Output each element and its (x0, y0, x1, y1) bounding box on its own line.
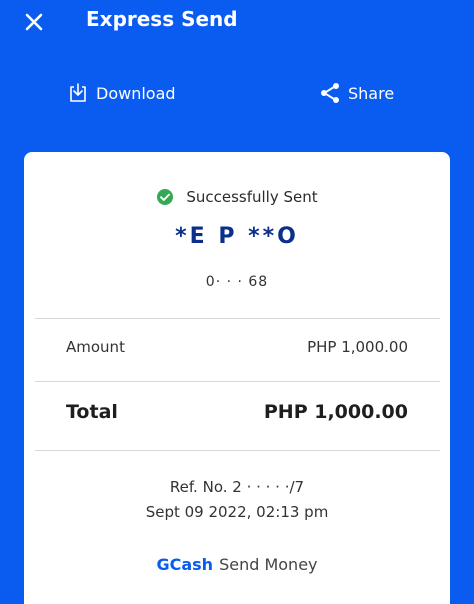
amount-row: Amount PHP 1,000.00 (66, 338, 408, 356)
total-value: PHP 1,000.00 (263, 401, 408, 423)
close-button[interactable] (22, 10, 46, 34)
amount-label: Amount (66, 338, 125, 356)
status-text: Successfully Sent (186, 188, 318, 206)
transaction-datetime: Sept 09 2022, 02:13 pm (145, 503, 329, 521)
divider (35, 450, 440, 451)
share-icon (318, 81, 342, 105)
close-icon (25, 13, 43, 31)
download-button[interactable]: Download (66, 80, 176, 106)
status-line: Successfully Sent (24, 188, 450, 206)
total-label: Total (66, 401, 118, 423)
download-label: Download (96, 83, 176, 103)
divider (35, 381, 440, 382)
recipient-number: 0· · · 68 (205, 274, 269, 290)
header: Express Send (0, 0, 474, 44)
recipient-name: *E P **O (175, 224, 299, 249)
check-circle-icon (156, 188, 174, 206)
receipt-card: Successfully Sent *E P **O 0· · · 68 Amo… (24, 152, 450, 604)
share-button[interactable]: Share (318, 80, 394, 106)
total-row: Total PHP 1,000.00 (66, 401, 408, 423)
reference-number: Ref. No. 2 · · · · ·/7 (169, 478, 305, 496)
brand-name: GCash (156, 555, 214, 574)
share-label: Share (348, 83, 395, 103)
amount-value: PHP 1,000.00 (307, 338, 408, 356)
brand-footer: GCash Send Money (24, 555, 450, 574)
divider (35, 318, 440, 319)
download-icon (66, 81, 90, 105)
service-name: Send Money (219, 555, 318, 574)
page-title: Express Send (86, 7, 238, 31)
